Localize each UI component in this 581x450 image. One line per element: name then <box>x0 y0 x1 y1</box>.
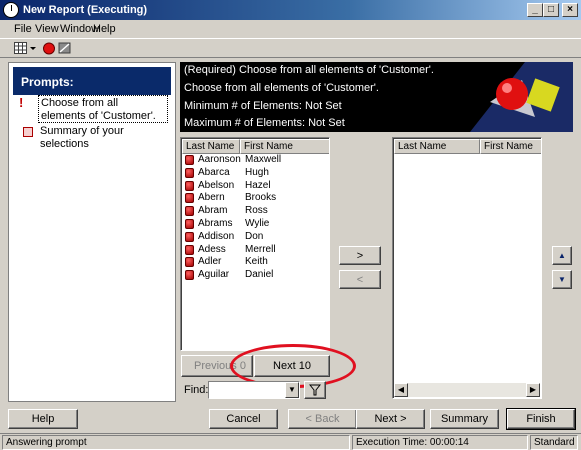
list-item-last-name[interactable]: Abarca <box>198 167 230 178</box>
horizontal-scrollbar[interactable]: ◀ ▶ <box>394 383 540 397</box>
dropdown-arrow-icon[interactable] <box>29 42 37 55</box>
banner-logo-icon <box>470 62 573 132</box>
element-icon <box>185 270 194 281</box>
banner-title: (Required) Choose from all elements of '… <box>184 64 434 76</box>
scroll-left-icon[interactable]: ◀ <box>394 383 408 397</box>
column-last-name[interactable]: Last Name <box>182 139 240 154</box>
next-button[interactable]: Next > <box>356 409 425 429</box>
list-item-last-name[interactable]: Adler <box>198 256 221 267</box>
add-button[interactable]: > <box>339 246 381 265</box>
list-item-last-name[interactable]: Abern <box>198 192 225 203</box>
mode-indicator: Standard <box>530 435 578 450</box>
element-icon <box>185 231 194 242</box>
selected-list[interactable]: Last Name First Name ◀ ▶ <box>392 137 542 399</box>
move-up-button[interactable]: ▲ <box>552 246 572 265</box>
element-icon <box>185 155 194 165</box>
list-item-first-name[interactable]: Wylie <box>245 218 269 229</box>
column-last-name[interactable]: Last Name <box>394 139 480 154</box>
close-button[interactable]: × <box>562 3 578 17</box>
show-legend-link[interactable]: Show legend <box>10 383 74 395</box>
finish-button[interactable]: Finish <box>506 408 576 430</box>
list-item-last-name[interactable]: Aaronson <box>198 154 241 165</box>
column-first-name[interactable]: First Name <box>240 139 329 154</box>
menu-bar: File View Window Help <box>0 20 581 38</box>
scroll-right-icon[interactable]: ▶ <box>526 383 540 397</box>
prompt-item-summary[interactable]: Summary of your selections <box>40 125 160 151</box>
list-item-first-name[interactable]: Merrell <box>245 244 276 255</box>
element-icon <box>185 257 194 268</box>
maximize-button[interactable]: □ <box>543 3 559 17</box>
back-button[interactable]: < Back <box>288 409 357 429</box>
title-bar: New Report (Executing) _ □ × <box>0 0 581 20</box>
menu-help[interactable]: Help <box>93 23 116 35</box>
list-item-first-name[interactable]: Don <box>245 231 263 242</box>
status-bar: Answering prompt Execution Time: 00:00:1… <box>0 433 581 450</box>
clock-icon <box>3 2 19 18</box>
menu-view[interactable]: View <box>35 23 59 35</box>
column-first-name[interactable]: First Name <box>480 139 541 154</box>
execution-time: Execution Time: 00:00:14 <box>352 435 528 450</box>
list-item-first-name[interactable]: Daniel <box>245 269 273 280</box>
prompt-item-customer[interactable]: Choose from all elements of 'Customer'. <box>38 95 168 123</box>
cancel-button[interactable]: Cancel <box>209 409 278 429</box>
prompt-banner: (Required) Choose from all elements of '… <box>180 62 573 132</box>
remove-button[interactable]: < <box>339 270 381 289</box>
list-item-first-name[interactable]: Hugh <box>245 167 269 178</box>
list-item-first-name[interactable]: Ross <box>245 205 268 216</box>
summary-icon <box>23 127 33 137</box>
element-icon <box>185 180 194 191</box>
minimize-button[interactable]: _ <box>527 3 543 17</box>
list-item-first-name[interactable]: Hazel <box>245 180 271 191</box>
list-item-last-name[interactable]: Addison <box>198 231 234 242</box>
list-item-first-name[interactable]: Brooks <box>245 192 276 203</box>
menu-file[interactable]: File <box>14 23 32 35</box>
prompts-header: Prompts: <box>13 67 171 95</box>
banner-max: Maximum # of Elements: Not Set <box>184 117 345 129</box>
run-report-icon[interactable] <box>42 42 56 55</box>
element-icon <box>185 193 194 204</box>
list-item-last-name[interactable]: Abelson <box>198 180 234 191</box>
element-icon <box>185 219 194 229</box>
available-list[interactable]: Last Name First Name Aaronson Maxwell Abar… <box>180 137 330 351</box>
prompts-panel: Prompts: ! Choose from all elements of '… <box>8 62 176 402</box>
find-label: Find: <box>184 384 209 396</box>
move-down-button[interactable]: ▼ <box>552 270 572 289</box>
stop-icon[interactable] <box>58 42 72 55</box>
toolbar <box>0 38 581 58</box>
status-message: Answering prompt <box>2 435 350 450</box>
list-item-first-name[interactable]: Keith <box>245 256 268 267</box>
list-item-last-name[interactable]: Abram <box>198 205 227 216</box>
filter-button[interactable] <box>304 381 326 399</box>
find-dropdown-icon[interactable]: ▼ <box>285 382 299 398</box>
grid-view-icon[interactable] <box>14 42 28 55</box>
element-icon <box>185 206 194 217</box>
filter-icon <box>308 384 322 396</box>
window-title: New Report (Executing) <box>23 4 148 16</box>
required-icon: ! <box>19 95 24 110</box>
element-icon <box>185 244 194 255</box>
list-item-last-name[interactable]: Aguilar <box>198 269 229 280</box>
list-item-last-name[interactable]: Abrams <box>198 218 232 229</box>
summary-button[interactable]: Summary <box>430 409 499 429</box>
find-input[interactable]: ▼ <box>208 381 300 399</box>
list-item-last-name[interactable]: Adess <box>198 244 226 255</box>
banner-min: Minimum # of Elements: Not Set <box>184 100 342 112</box>
help-button[interactable]: Help <box>8 409 78 429</box>
element-icon <box>185 167 194 178</box>
banner-description: Choose from all elements of 'Customer'. <box>184 82 379 94</box>
list-item-first-name[interactable]: Maxwell <box>245 154 281 165</box>
